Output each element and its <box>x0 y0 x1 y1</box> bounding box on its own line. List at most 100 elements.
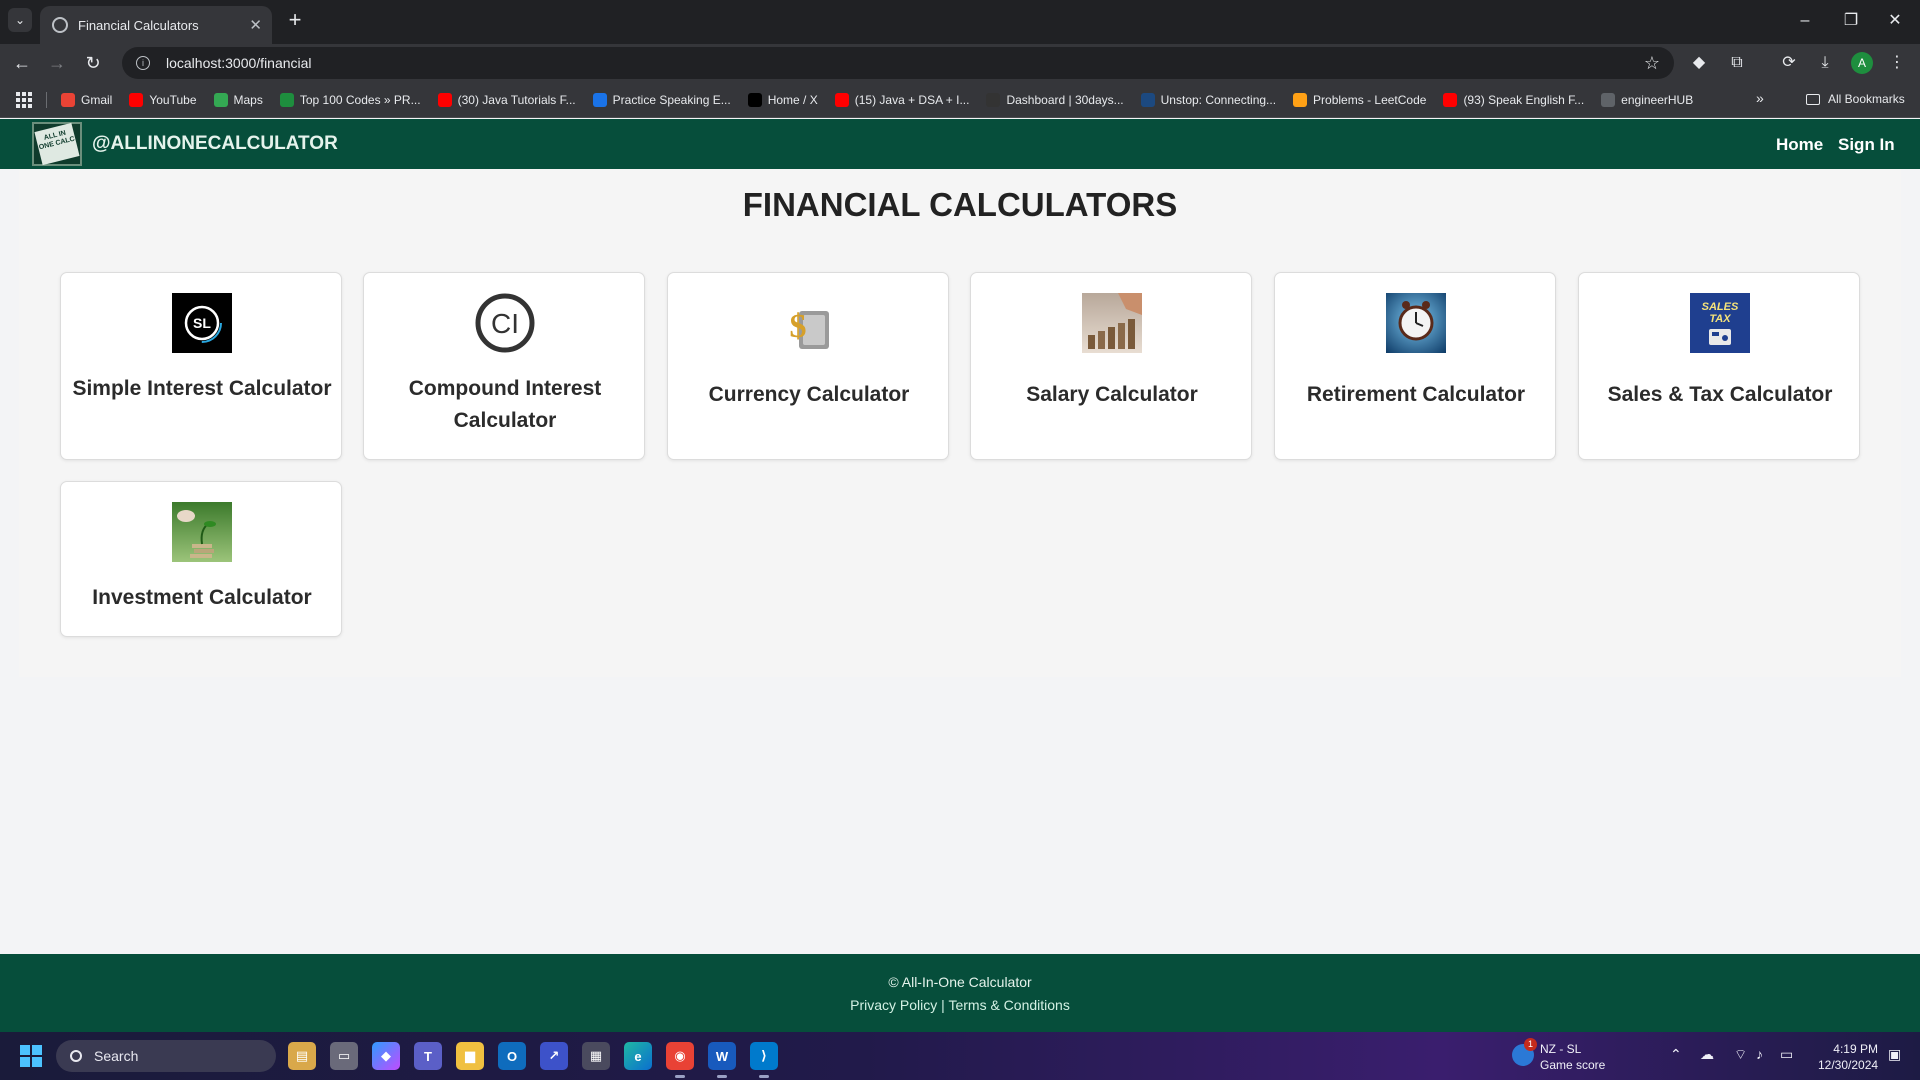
card-retirement[interactable]: Retirement Calculator <box>1274 272 1556 460</box>
privacy-policy-link[interactable]: Privacy Policy <box>850 997 937 1013</box>
address-bar[interactable]: i localhost:3000/financial ☆ <box>122 47 1674 79</box>
weather-line-1: NZ - SL <box>1540 1042 1582 1056</box>
download-icon[interactable]: ⤓ <box>1814 52 1836 74</box>
close-window-button[interactable]: ✕ <box>1880 8 1910 34</box>
chevron-up-icon[interactable]: ⌃ <box>1670 1046 1682 1063</box>
menu-kebab-icon[interactable]: ⋮ <box>1886 52 1908 74</box>
file-explorer-icon[interactable]: ▆ <box>456 1042 484 1070</box>
vscode-icon[interactable]: ⟩ <box>750 1042 778 1078</box>
desktop-icon[interactable]: ▭ <box>330 1042 358 1070</box>
bookmark-item[interactable]: Problems - LeetCode <box>1293 92 1427 107</box>
card-salary[interactable]: Salary Calculator <box>970 272 1252 460</box>
performance-icon[interactable]: ⟳ <box>1778 52 1800 74</box>
bookmark-item[interactable]: Practice Speaking E... <box>592 92 731 107</box>
weather-widget[interactable]: NZ - SL Game score <box>1540 1041 1605 1073</box>
nav-signin-link[interactable]: Sign In <box>1838 135 1895 155</box>
site-footer: © All-In-One Calculator Privacy Policy |… <box>0 954 1920 1032</box>
edge-icon[interactable]: e <box>624 1042 652 1070</box>
extension-icon[interactable]: ◆ <box>1688 52 1710 74</box>
battery-icon[interactable]: ▭ <box>1780 1046 1793 1063</box>
card-compound-interest[interactable]: CI Compound Interest Calculator <box>363 272 645 460</box>
bookmark-item[interactable]: (15) Java + DSA + I... <box>834 92 969 107</box>
volume-icon[interactable]: ♪ <box>1756 1046 1763 1062</box>
forward-button[interactable]: → <box>44 50 70 76</box>
site-info-icon[interactable]: i <box>136 56 150 70</box>
extensions-puzzle-icon[interactable]: ⧉ <box>1726 52 1748 74</box>
apps-grid-icon[interactable] <box>16 91 32 108</box>
bookmark-item[interactable]: Top 100 Codes » PR... <box>279 92 421 107</box>
all-bookmarks-button[interactable]: All Bookmarks <box>1806 92 1905 106</box>
onedrive-icon[interactable]: ☁ <box>1700 1046 1714 1063</box>
bookmark-item[interactable]: YouTube <box>129 92 197 107</box>
card-label: Salary Calculator <box>1026 383 1198 406</box>
card-label: Simple Interest Calculator <box>72 377 332 400</box>
footer-links: Privacy Policy | Terms & Conditions <box>0 997 1920 1013</box>
wifi-icon[interactable]: ⌔ <box>1734 1046 1747 1064</box>
taskbar-search[interactable]: Search <box>56 1040 276 1072</box>
bookmark-item[interactable]: Home / X <box>747 92 818 107</box>
tab-search-button[interactable]: ⌄ <box>8 8 32 32</box>
folder-icon <box>1806 93 1820 105</box>
restore-button[interactable]: ❐ <box>1836 8 1866 34</box>
powerautomate-icon[interactable]: ↗ <box>540 1042 568 1070</box>
clock[interactable]: 4:19 PM 12/30/2024 <box>1818 1041 1878 1073</box>
outlook-icon[interactable]: O <box>498 1042 526 1070</box>
back-button[interactable]: ← <box>9 50 35 76</box>
maps-icon <box>213 92 228 107</box>
terms-link[interactable]: Terms & Conditions <box>948 997 1069 1013</box>
reload-button[interactable]: ↻ <box>80 50 106 76</box>
currency-icon: $ <box>779 293 839 353</box>
bookmark-label: YouTube <box>149 92 197 107</box>
url-text[interactable]: localhost:3000/financial <box>166 55 1644 71</box>
word-icon[interactable]: W <box>708 1042 736 1078</box>
windows-start-icon[interactable] <box>20 1045 42 1067</box>
nav-home-link[interactable]: Home <box>1776 135 1823 155</box>
bookmark-divider <box>46 91 47 108</box>
site-icon <box>279 92 294 107</box>
card-label: Currency Calculator <box>708 383 910 406</box>
card-investment[interactable]: Investment Calculator <box>60 481 342 637</box>
youtube-icon <box>1443 92 1458 107</box>
bookmark-item[interactable]: (30) Java Tutorials F... <box>437 92 576 107</box>
compound-interest-icon: CI <box>475 293 535 353</box>
copilot-icon[interactable]: ◆ <box>372 1042 400 1070</box>
bookmark-star-icon[interactable]: ☆ <box>1644 53 1660 74</box>
site-logo[interactable]: ALL IN ONE CALC <box>32 122 82 166</box>
retirement-icon <box>1386 293 1446 353</box>
bookmark-label: Problems - LeetCode <box>1313 92 1427 107</box>
bookmark-item[interactable]: Unstop: Connecting... <box>1140 92 1276 107</box>
notifications-icon[interactable]: ▣ <box>1888 1046 1901 1063</box>
youtube-icon <box>437 92 452 107</box>
card-currency[interactable]: $ Currency Calculator <box>667 272 949 460</box>
close-tab-icon[interactable]: ✕ <box>249 16 262 34</box>
minimize-button[interactable]: – <box>1790 8 1820 34</box>
card-label: Retirement Calculator <box>1306 383 1526 406</box>
svg-text:TAX: TAX <box>1709 313 1731 325</box>
teams-icon[interactable]: T <box>414 1042 442 1070</box>
chrome-icon[interactable]: ◉ <box>666 1042 694 1078</box>
site-icon <box>986 92 1001 107</box>
youtube-icon <box>834 92 849 107</box>
more-bookmarks-icon[interactable]: » <box>1756 90 1764 106</box>
browser-toolbar: ← → ↻ i localhost:3000/financial ☆ ◆ ⧉ ⟳… <box>0 44 1920 82</box>
page-title: FINANCIAL CALCULATORS <box>742 186 1178 223</box>
search-label: Search <box>94 1048 139 1064</box>
tab-financial-calculators[interactable]: Financial Calculators ✕ <box>40 6 272 44</box>
bookmark-item[interactable]: (93) Speak English F... <box>1443 92 1585 107</box>
store-icon[interactable]: ▦ <box>582 1042 610 1070</box>
bookmark-item[interactable]: Gmail <box>61 92 112 107</box>
new-tab-button[interactable]: + <box>282 8 308 34</box>
windows-taskbar: Search ▤ ▭ ◆ T ▆ O ↗ ▦ e ◉ W ⟩ 1 NZ - SL… <box>0 1032 1920 1080</box>
bookmark-item[interactable]: Dashboard | 30days... <box>986 92 1124 107</box>
bookmark-label: (93) Speak English F... <box>1463 92 1585 107</box>
bookmark-label: Dashboard | 30days... <box>1006 92 1124 107</box>
card-sales-tax[interactable]: SALES TAX Sales & Tax Calculator <box>1578 272 1860 460</box>
bookmark-item[interactable]: engineerHUB <box>1601 92 1693 107</box>
profile-avatar[interactable]: A <box>1851 52 1873 74</box>
bookmark-item[interactable]: Maps <box>213 92 263 107</box>
bookmark-label: Practice Speaking E... <box>612 92 731 107</box>
card-simple-interest[interactable]: SL Simple Interest Calculator <box>60 272 342 460</box>
taskview-icon[interactable]: ▤ <box>288 1042 316 1070</box>
card-label: Compound Interest Calculator <box>408 377 602 432</box>
brand-name[interactable]: @ALLINONECALCULATOR <box>92 133 338 155</box>
